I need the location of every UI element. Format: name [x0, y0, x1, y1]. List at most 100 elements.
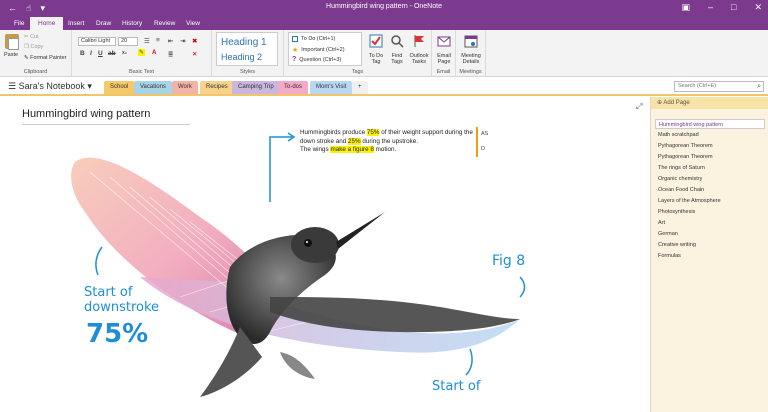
page-item[interactable]: Pythagorean Theorem: [655, 152, 765, 162]
highlight-icon[interactable]: ✎: [138, 49, 146, 56]
note-arrow: [269, 136, 292, 202]
style-heading-2[interactable]: Heading 2: [221, 52, 262, 62]
find-tags-button[interactable]: Find Tags: [388, 34, 406, 65]
find-tags-icon: [391, 35, 404, 48]
meetings-label: Meetings: [459, 69, 482, 75]
page-canvas[interactable]: Hummingbird wing pattern ⤢ Hummingbirds …: [0, 97, 650, 412]
page-list: ⊕ Add Page Hummingbird wing pattern Math…: [650, 97, 768, 412]
ink-curl-left: [95, 246, 103, 276]
cut-button[interactable]: ✂ Cut: [24, 34, 39, 40]
page-item[interactable]: Layers of the Atmosphere: [655, 196, 765, 206]
align-icon[interactable]: ≣: [168, 50, 173, 58]
margin-marks: AS D: [476, 127, 488, 157]
chevron-down-icon: ▾: [87, 81, 92, 91]
format-painter-button[interactable]: ✎ Format Painter: [24, 55, 67, 61]
page-item[interactable]: Math scratchpad: [655, 130, 765, 140]
tab-home[interactable]: Home: [30, 17, 64, 30]
font-size-select[interactable]: 20: [118, 37, 138, 46]
ink-fig-8[interactable]: Fig 8: [492, 253, 525, 269]
notebook-switcher[interactable]: ☰ Sara's Notebook ▾: [8, 81, 92, 92]
meetings-group: Meeting Details Meetings: [456, 30, 486, 77]
clear-format-icon[interactable]: ✖: [192, 37, 197, 45]
bird-eye: [304, 239, 312, 247]
bold-icon[interactable]: B: [80, 50, 85, 57]
close-icon[interactable]: ✕: [754, 2, 762, 13]
ink-curl-fig8: [519, 276, 526, 298]
page-item[interactable]: Organic chemistry: [655, 174, 765, 184]
tags-label: Tags: [351, 69, 364, 75]
section-tab-school[interactable]: School: [104, 81, 135, 94]
subscript-icon[interactable]: x₂: [122, 50, 127, 56]
star-icon: ★: [292, 47, 299, 54]
search-input[interactable]: Search (Ctrl+E) ⌕: [674, 81, 764, 92]
section-tab-to-dos[interactable]: To-dos: [278, 81, 309, 94]
todo-tag-button[interactable]: To Do Tag: [366, 34, 386, 65]
title-bar: ← ☝ ▾ Hummingbird wing pattern - OneNote…: [0, 0, 768, 16]
checkbox-icon: [292, 36, 298, 42]
scissors-icon: ✂: [24, 34, 29, 40]
ink-75-percent[interactable]: 75%: [86, 319, 148, 349]
copy-button[interactable]: ❐ Copy: [24, 44, 43, 50]
add-page-button[interactable]: ⊕ Add Page: [651, 97, 768, 109]
basic-text-label: Basic Text: [129, 69, 154, 75]
ribbon-display-icon[interactable]: ▣: [681, 2, 690, 13]
flag-icon: [414, 35, 424, 47]
font-name-select[interactable]: Calibri Light: [78, 37, 116, 46]
numbering-icon[interactable]: ≡: [156, 37, 160, 44]
question-icon: ?: [292, 56, 297, 63]
section-tab-moms-visit[interactable]: Mom's Visit: [310, 81, 353, 94]
page-item[interactable]: Ocean Food Chain: [655, 185, 765, 195]
email-group: Email Page Email: [432, 30, 456, 77]
styles-label: Styles: [240, 69, 255, 75]
email-page-button[interactable]: Email Page: [434, 34, 454, 65]
bird-head: [291, 227, 339, 263]
delete-icon[interactable]: ✕: [192, 50, 197, 58]
outlook-tasks-button[interactable]: Outlook Tasks: [406, 34, 432, 65]
section-tab-work[interactable]: Work: [172, 81, 198, 94]
bird-beak: [336, 212, 385, 249]
window-title: Hummingbird wing pattern - OneNote: [326, 3, 442, 10]
bullets-icon[interactable]: ☰: [144, 37, 150, 45]
italic-icon[interactable]: I: [90, 50, 92, 57]
window-controls: ▣ – □ ✕: [681, 2, 762, 13]
section-tab-vacations[interactable]: Vacations: [134, 81, 172, 94]
add-section-button[interactable]: +: [352, 81, 368, 94]
basic-text-group: Calibri Light 20 ☰ ≡ ⇤ ⇥ ✖ B I U ab x₂ ✎…: [72, 30, 212, 77]
meeting-details-button[interactable]: Meeting Details: [458, 34, 484, 65]
underline-icon[interactable]: U: [98, 50, 103, 57]
page-item[interactable]: German: [655, 229, 765, 239]
ribbon-tabs: File Home Insert Draw History Review Vie…: [0, 16, 768, 30]
clipboard-group: Paste ✂ Cut ❐ Copy ✎ Format Painter Clip…: [0, 30, 72, 77]
font-color-icon[interactable]: A: [152, 50, 156, 56]
plus-icon: ⊕: [657, 100, 663, 106]
tab-history[interactable]: History: [114, 17, 150, 30]
tab-view[interactable]: View: [178, 17, 208, 30]
page-item[interactable]: Art: [655, 218, 765, 228]
maximize-icon[interactable]: □: [731, 2, 736, 13]
decrease-indent-icon[interactable]: ⇤: [168, 37, 173, 45]
tag-todo[interactable]: To Do (Ctrl+1): [292, 36, 335, 42]
page-item[interactable]: Creative writing: [655, 240, 765, 250]
page-item-hummingbird[interactable]: Hummingbird wing pattern: [655, 119, 765, 129]
section-tab-recipes[interactable]: Recipes: [200, 81, 234, 94]
page-item[interactable]: The rings of Saturn: [655, 163, 765, 173]
strikethrough-icon[interactable]: ab: [108, 50, 116, 57]
email-label: Email: [436, 69, 451, 75]
tab-file[interactable]: File: [6, 17, 32, 30]
meeting-icon: [464, 35, 478, 48]
page-item[interactable]: Formulas: [655, 251, 765, 261]
copy-icon: ❐: [24, 44, 29, 50]
page-item[interactable]: Photosynthesis: [655, 207, 765, 217]
ribbon: Paste ✂ Cut ❐ Copy ✎ Format Painter Clip…: [0, 30, 768, 77]
page-item[interactable]: Pythagorean Theorem: [655, 141, 765, 151]
ink-start-downstroke[interactable]: Start of downstroke: [84, 285, 159, 315]
increase-indent-icon[interactable]: ⇥: [180, 37, 185, 45]
ink-start-of[interactable]: Start of: [432, 379, 480, 394]
style-heading-1[interactable]: Heading 1: [221, 37, 267, 48]
tag-important[interactable]: ★ Important (Ctrl+2): [292, 46, 345, 54]
todo-check-icon: [369, 34, 383, 48]
section-tab-camping-trip[interactable]: Camping Trip: [232, 81, 280, 94]
minimize-icon[interactable]: –: [708, 2, 713, 13]
tag-question[interactable]: ? Question (Ctrl+3): [292, 56, 341, 63]
note-text-block[interactable]: Hummingbirds produce 75% of their weight…: [300, 129, 480, 155]
